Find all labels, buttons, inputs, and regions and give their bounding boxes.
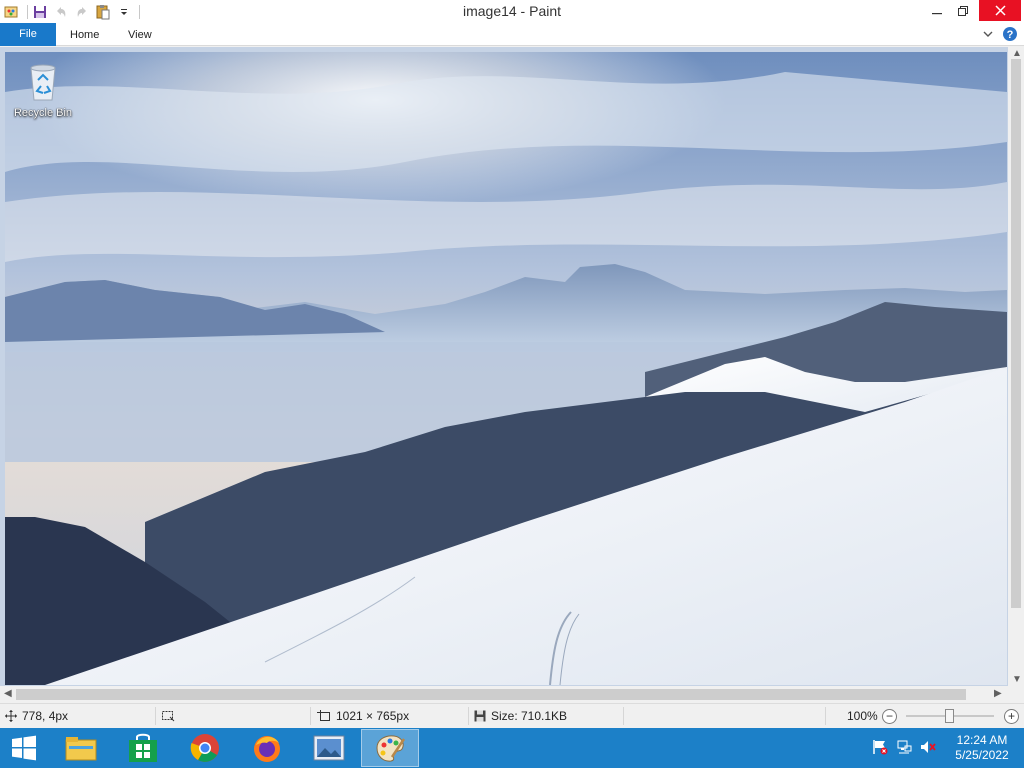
photos-icon xyxy=(313,735,345,761)
cursor-position: 778, 4px xyxy=(22,709,69,723)
scroll-up-icon[interactable]: ▲ xyxy=(1012,48,1022,59)
taskbar: 12:24 AM 5/25/2022 xyxy=(0,728,1024,768)
recycle-bin-desktop-icon[interactable]: Recycle Bin xyxy=(10,58,76,119)
scroll-left-icon[interactable]: ◀ xyxy=(4,688,12,699)
status-divider xyxy=(623,707,624,725)
chrome-icon xyxy=(190,734,219,762)
scroll-right-icon[interactable]: ▶ xyxy=(994,688,1002,699)
taskbar-file-explorer[interactable] xyxy=(52,729,110,767)
ribbon-tabs: File Home View ? xyxy=(0,23,1024,46)
status-divider xyxy=(155,707,156,725)
system-tray xyxy=(872,728,936,768)
action-center-flag-icon[interactable] xyxy=(872,739,888,758)
cursor-position-cell: 778, 4px xyxy=(5,704,68,728)
quick-access-toolbar xyxy=(0,0,140,23)
taskbar-photos[interactable] xyxy=(300,729,358,767)
disk-icon xyxy=(474,710,486,722)
network-icon[interactable] xyxy=(896,739,912,758)
firefox-icon xyxy=(254,736,280,762)
status-divider xyxy=(310,707,311,725)
store-icon xyxy=(129,733,157,762)
file-size: Size: 710.1KB xyxy=(491,709,568,723)
tab-view[interactable]: View xyxy=(128,23,152,46)
taskbar-firefox[interactable] xyxy=(238,729,296,767)
taskbar-paint[interactable] xyxy=(361,729,419,767)
zoom-in-button[interactable]: + xyxy=(1004,709,1019,724)
toolbar-divider xyxy=(27,4,28,19)
zoom-out-button[interactable]: − xyxy=(882,709,897,724)
zoom-level: 100% xyxy=(847,709,878,723)
taskbar-chrome[interactable] xyxy=(176,729,234,767)
start-button[interactable] xyxy=(0,729,48,767)
save-icon[interactable] xyxy=(31,3,49,21)
folder-icon xyxy=(65,737,97,761)
toolbar-divider xyxy=(139,4,140,19)
vertical-scroll-thumb[interactable] xyxy=(1011,59,1021,608)
svg-text:?: ? xyxy=(1007,29,1014,41)
clock-time: 12:24 AM xyxy=(956,733,1008,747)
selection-size-cell xyxy=(161,704,180,728)
taskbar-clock[interactable]: 12:24 AM 5/25/2022 xyxy=(948,733,1016,763)
move-cursor-icon xyxy=(5,710,17,722)
tab-home[interactable]: Home xyxy=(70,23,99,46)
paste-icon[interactable] xyxy=(94,3,112,21)
customize-dropdown-icon[interactable] xyxy=(115,3,133,21)
help-icon[interactable]: ? xyxy=(1002,26,1018,45)
vertical-scrollbar[interactable]: ▲ ▼ xyxy=(1008,47,1024,686)
status-divider xyxy=(825,707,826,725)
window-title: image14 - Paint xyxy=(462,3,562,19)
zoom-level-cell: 100% xyxy=(847,704,878,728)
file-size-cell: Size: 710.1KB xyxy=(474,704,567,728)
close-button[interactable] xyxy=(979,0,1021,21)
taskbar-store[interactable] xyxy=(114,729,172,767)
status-divider xyxy=(468,707,469,725)
clock-date: 5/25/2022 xyxy=(955,748,1009,762)
collapse-ribbon-icon[interactable] xyxy=(982,28,994,43)
paint-app-icon[interactable] xyxy=(3,3,21,21)
windows-logo-icon xyxy=(12,735,36,761)
canvas-image[interactable] xyxy=(5,52,1007,685)
image-size-icon xyxy=(317,710,330,721)
title-bar: image14 - Paint xyxy=(0,0,1024,23)
horizontal-scrollbar[interactable]: ◀ ▶ xyxy=(0,686,1024,703)
redo-icon[interactable] xyxy=(73,3,91,21)
paint-palette-icon xyxy=(376,735,406,762)
selection-icon xyxy=(162,711,175,722)
image-dimensions: 1021 × 765px xyxy=(336,709,410,723)
zoom-slider-thumb[interactable] xyxy=(945,709,954,723)
tab-file[interactable]: File xyxy=(0,23,56,46)
restore-button[interactable] xyxy=(950,0,976,21)
horizontal-scroll-thumb[interactable] xyxy=(16,689,966,700)
image-dimensions-cell: 1021 × 765px xyxy=(317,704,409,728)
scroll-down-icon[interactable]: ▼ xyxy=(1012,674,1022,685)
recycle-bin-label: Recycle Bin xyxy=(13,107,73,119)
volume-muted-icon[interactable] xyxy=(920,739,936,758)
minimize-button[interactable] xyxy=(924,0,950,21)
recycle-bin-icon xyxy=(30,64,56,101)
undo-icon[interactable] xyxy=(52,3,70,21)
status-bar: 778, 4px 1021 × 765px Size: 710.1KB 100%… xyxy=(0,703,1024,728)
